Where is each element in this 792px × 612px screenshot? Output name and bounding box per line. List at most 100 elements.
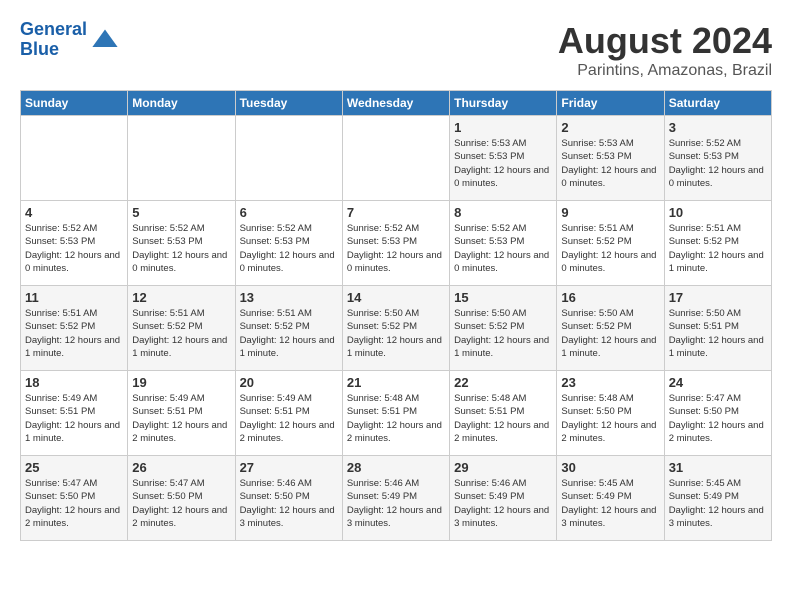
day-info: Sunrise: 5:51 AM Sunset: 5:52 PM Dayligh…: [669, 222, 767, 275]
day-info: Sunrise: 5:45 AM Sunset: 5:49 PM Dayligh…: [669, 477, 767, 530]
day-number: 10: [669, 205, 767, 220]
calendar-week-4: 18 Sunrise: 5:49 AM Sunset: 5:51 PM Dayli…: [21, 371, 772, 456]
day-info: Sunrise: 5:52 AM Sunset: 5:53 PM Dayligh…: [347, 222, 445, 275]
calendar-cell: 22Sunrise: 5:48 AM Sunset: 5:51 PM Dayli…: [450, 371, 557, 456]
calendar-week-3: 11Sunrise: 5:51 AM Sunset: 5:52 PM Dayli…: [21, 286, 772, 371]
calendar-cell: 27Sunrise: 5:46 AM Sunset: 5:50 PM Dayli…: [235, 456, 342, 541]
calendar-cell: 1Sunrise: 5:53 AM Sunset: 5:53 PM Daylig…: [450, 116, 557, 201]
day-number: 21: [347, 375, 445, 390]
page-header: GeneralBlue August 2024 Parintins, Amazo…: [20, 20, 772, 80]
calendar-cell: 21 Sunrise: 5:48 AM Sunset: 5:51 PM Dayli…: [342, 371, 449, 456]
day-info: Sunrise: 5:47 AM Sunset: 5:50 PM Dayligh…: [132, 477, 230, 530]
day-info: Sunrise: 5:47 AM Sunset: 5:50 PM Dayligh…: [669, 392, 767, 445]
calendar-week-2: 4 Sunrise: 5:52 AM Sunset: 5:53 PM Daylig…: [21, 201, 772, 286]
day-number: 6: [240, 205, 338, 220]
day-info: Sunrise: 5:52 AM Sunset: 5:53 PM Dayligh…: [669, 137, 767, 190]
day-number: 29: [454, 460, 552, 475]
calendar-cell: 18 Sunrise: 5:49 AM Sunset: 5:51 PM Dayli…: [21, 371, 128, 456]
calendar-cell: 4 Sunrise: 5:52 AM Sunset: 5:53 PM Daylig…: [21, 201, 128, 286]
calendar-cell: 31 Sunrise: 5:45 AM Sunset: 5:49 PM Dayli…: [664, 456, 771, 541]
main-title: August 2024: [558, 20, 772, 62]
day-info: Sunrise: 5:48 AM Sunset: 5:51 PM Dayligh…: [454, 392, 552, 445]
day-info: Sunrise: 5:51 AM Sunset: 5:52 PM Dayligh…: [561, 222, 659, 275]
day-number: 28: [347, 460, 445, 475]
calendar-cell: [128, 116, 235, 201]
day-number: 30: [561, 460, 659, 475]
calendar-cell: 19 Sunrise: 5:49 AM Sunset: 5:51 PM Dayli…: [128, 371, 235, 456]
header-wednesday: Wednesday: [342, 91, 449, 116]
day-info: Sunrise: 5:50 AM Sunset: 5:51 PM Dayligh…: [669, 307, 767, 360]
day-info: Sunrise: 5:52 AM Sunset: 5:53 PM Dayligh…: [454, 222, 552, 275]
subtitle: Parintins, Amazonas, Brazil: [558, 62, 772, 80]
day-info: Sunrise: 5:50 AM Sunset: 5:52 PM Dayligh…: [347, 307, 445, 360]
day-number: 24: [669, 375, 767, 390]
calendar-cell: 10 Sunrise: 5:51 AM Sunset: 5:52 PM Dayli…: [664, 201, 771, 286]
day-number: 18: [25, 375, 123, 390]
calendar-cell: 16 Sunrise: 5:50 AM Sunset: 5:52 PM Dayli…: [557, 286, 664, 371]
day-number: 19: [132, 375, 230, 390]
calendar-header: Sunday Monday Tuesday Wednesday Thursday…: [21, 91, 772, 116]
calendar-cell: 2Sunrise: 5:53 AM Sunset: 5:53 PM Daylig…: [557, 116, 664, 201]
calendar-cell: 23 Sunrise: 5:48 AM Sunset: 5:50 PM Dayli…: [557, 371, 664, 456]
day-number: 17: [669, 290, 767, 305]
day-number: 25: [25, 460, 123, 475]
day-number: 8: [454, 205, 552, 220]
logo-text: GeneralBlue: [20, 20, 87, 60]
title-area: August 2024 Parintins, Amazonas, Brazil: [558, 20, 772, 80]
header-tuesday: Tuesday: [235, 91, 342, 116]
calendar-table: Sunday Monday Tuesday Wednesday Thursday…: [20, 90, 772, 541]
day-info: Sunrise: 5:49 AM Sunset: 5:51 PM Dayligh…: [25, 392, 123, 445]
header-friday: Friday: [557, 91, 664, 116]
header-row: Sunday Monday Tuesday Wednesday Thursday…: [21, 91, 772, 116]
calendar-cell: 29 Sunrise: 5:46 AM Sunset: 5:49 PM Dayli…: [450, 456, 557, 541]
calendar-cell: 17 Sunrise: 5:50 AM Sunset: 5:51 PM Dayli…: [664, 286, 771, 371]
calendar-cell: 20 Sunrise: 5:49 AM Sunset: 5:51 PM Dayli…: [235, 371, 342, 456]
day-info: Sunrise: 5:52 AM Sunset: 5:53 PM Dayligh…: [132, 222, 230, 275]
calendar-cell: 6 Sunrise: 5:52 AM Sunset: 5:53 PM Daylig…: [235, 201, 342, 286]
day-info: Sunrise: 5:53 AM Sunset: 5:53 PM Dayligh…: [561, 137, 659, 190]
day-info: Sunrise: 5:49 AM Sunset: 5:51 PM Dayligh…: [240, 392, 338, 445]
header-thursday: Thursday: [450, 91, 557, 116]
calendar-cell: 5 Sunrise: 5:52 AM Sunset: 5:53 PM Daylig…: [128, 201, 235, 286]
day-number: 4: [25, 205, 123, 220]
header-monday: Monday: [128, 91, 235, 116]
calendar-cell: 11Sunrise: 5:51 AM Sunset: 5:52 PM Dayli…: [21, 286, 128, 371]
day-info: Sunrise: 5:47 AM Sunset: 5:50 PM Dayligh…: [25, 477, 123, 530]
calendar-week-1: 1 Sunrise: 5:53 AM Sunset: 5:53 PM Daylig…: [21, 116, 772, 201]
calendar-cell: 13Sunrise: 5:51 AM Sunset: 5:52 PM Dayli…: [235, 286, 342, 371]
calendar-cell: [342, 116, 449, 201]
day-number: 31: [669, 460, 767, 475]
day-info: Sunrise: 5:52 AM Sunset: 5:53 PM Dayligh…: [240, 222, 338, 275]
day-number: 20: [240, 375, 338, 390]
day-number: 27: [240, 460, 338, 475]
day-info: Sunrise: 5:46 AM Sunset: 5:49 PM Dayligh…: [454, 477, 552, 530]
day-number: 26: [132, 460, 230, 475]
logo: GeneralBlue: [20, 20, 119, 60]
day-info: Sunrise: 5:48 AM Sunset: 5:50 PM Dayligh…: [561, 392, 659, 445]
calendar-body: 1 Sunrise: 5:53 AM Sunset: 5:53 PM Daylig…: [21, 116, 772, 541]
day-info: Sunrise: 5:51 AM Sunset: 5:52 PM Dayligh…: [132, 307, 230, 360]
calendar-cell: 15Sunrise: 5:50 AM Sunset: 5:52 PM Dayli…: [450, 286, 557, 371]
day-info: Sunrise: 5:45 AM Sunset: 5:49 PM Dayligh…: [561, 477, 659, 530]
day-info: Sunrise: 5:48 AM Sunset: 5:51 PM Dayligh…: [347, 392, 445, 445]
day-number: 7: [347, 205, 445, 220]
day-number: 1: [454, 120, 552, 135]
calendar-cell: 9 Sunrise: 5:51 AM Sunset: 5:52 PM Daylig…: [557, 201, 664, 286]
calendar-cell: 7 Sunrise: 5:52 AM Sunset: 5:53 PM Daylig…: [342, 201, 449, 286]
calendar-week-5: 25 Sunrise: 5:47 AM Sunset: 5:50 PM Dayli…: [21, 456, 772, 541]
header-saturday: Saturday: [664, 91, 771, 116]
day-info: Sunrise: 5:52 AM Sunset: 5:53 PM Dayligh…: [25, 222, 123, 275]
calendar-cell: 30 Sunrise: 5:45 AM Sunset: 5:49 PM Dayli…: [557, 456, 664, 541]
day-info: Sunrise: 5:50 AM Sunset: 5:52 PM Dayligh…: [561, 307, 659, 360]
day-number: 16: [561, 290, 659, 305]
calendar-cell: 14Sunrise: 5:50 AM Sunset: 5:52 PM Dayli…: [342, 286, 449, 371]
day-info: Sunrise: 5:50 AM Sunset: 5:52 PM Dayligh…: [454, 307, 552, 360]
day-number: 23: [561, 375, 659, 390]
day-number: 5: [132, 205, 230, 220]
calendar-cell: 3Sunrise: 5:52 AM Sunset: 5:53 PM Daylig…: [664, 116, 771, 201]
calendar-cell: 24 Sunrise: 5:47 AM Sunset: 5:50 PM Dayli…: [664, 371, 771, 456]
day-info: Sunrise: 5:49 AM Sunset: 5:51 PM Dayligh…: [132, 392, 230, 445]
day-number: 9: [561, 205, 659, 220]
header-sunday: Sunday: [21, 91, 128, 116]
calendar-cell: 12Sunrise: 5:51 AM Sunset: 5:52 PM Dayli…: [128, 286, 235, 371]
